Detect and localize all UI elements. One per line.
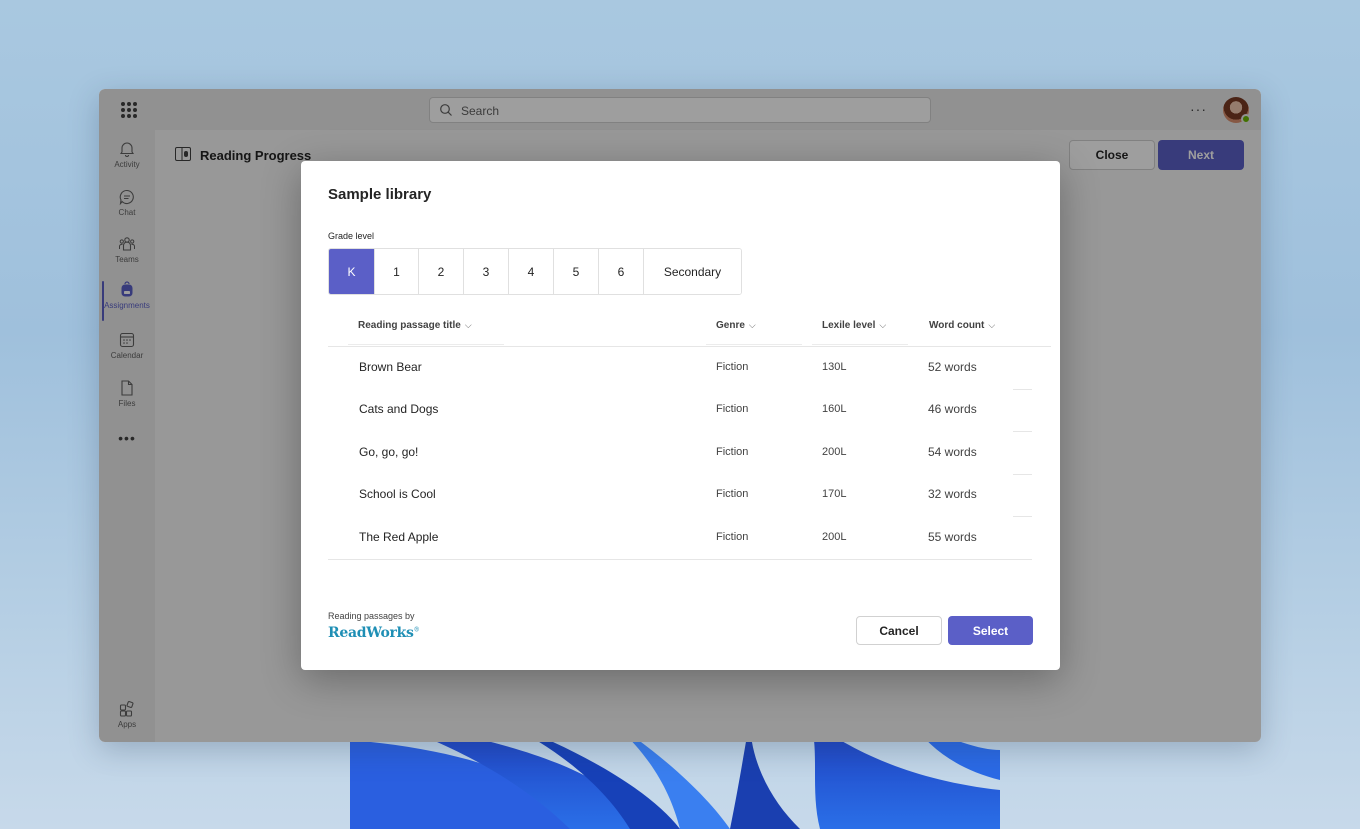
- passage-word-count: 52 words: [928, 360, 977, 374]
- dialog-title: Sample library: [328, 186, 432, 203]
- passage-title: School is Cool: [359, 487, 436, 501]
- cancel-button[interactable]: Cancel: [856, 616, 942, 645]
- column-header-label: Reading passage title: [358, 320, 461, 331]
- table-header: Reading passage title ⌵ Genre ⌵ Lexile lev…: [328, 313, 1051, 347]
- grade-option-2[interactable]: 2: [419, 249, 464, 294]
- passage-genre: Fiction: [716, 403, 749, 415]
- registered-mark: ®: [413, 626, 420, 634]
- column-header-title[interactable]: Reading passage title ⌵: [348, 320, 504, 345]
- grade-option-3[interactable]: 3: [464, 249, 509, 294]
- passage-lexile: 200L: [822, 531, 847, 543]
- grade-level-selector: K 1 2 3 4 5 6 Secondary: [328, 248, 742, 295]
- passage-word-count: 32 words: [928, 487, 977, 501]
- passage-genre: Fiction: [716, 361, 749, 373]
- column-header-label: Genre: [716, 320, 745, 331]
- sample-library-dialog: Sample library Grade level K 1 2 3 4 5 6…: [301, 161, 1060, 670]
- grade-option-4[interactable]: 4: [509, 249, 554, 294]
- passage-word-count: 46 words: [928, 402, 977, 416]
- readworks-logo: ReadWorks®: [328, 625, 420, 641]
- passage-lexile: 160L: [822, 403, 847, 415]
- column-header-word-count[interactable]: Word count ⌵: [919, 320, 1015, 345]
- readworks-logo-text: ReadWorks: [328, 625, 414, 641]
- attribution-text: Reading passages by: [328, 611, 415, 621]
- passage-genre: Fiction: [716, 488, 749, 500]
- grade-option-k[interactable]: K: [329, 249, 375, 294]
- passage-genre: Fiction: [716, 446, 749, 458]
- column-header-label: Word count: [929, 320, 985, 331]
- passage-genre: Fiction: [716, 531, 749, 543]
- chevron-down-icon: ⌵: [748, 320, 756, 330]
- passage-title: The Red Apple: [359, 530, 439, 544]
- passage-title: Go, go, go!: [359, 445, 419, 459]
- passage-lexile: 130L: [822, 361, 847, 373]
- passage-lexile: 200L: [822, 446, 847, 458]
- select-button[interactable]: Select: [948, 616, 1033, 645]
- grade-option-secondary[interactable]: Secondary: [644, 249, 741, 294]
- passage-word-count: 54 words: [928, 445, 977, 459]
- grade-option-5[interactable]: 5: [554, 249, 599, 294]
- chevron-down-icon: ⌵: [464, 320, 472, 330]
- table-row[interactable]: Cats and Dogs Fiction 160L 46 words: [328, 389, 1032, 432]
- table-row[interactable]: The Red Apple Fiction 200L 55 words: [328, 517, 1032, 560]
- chevron-down-icon: ⌵: [988, 320, 996, 330]
- passage-title: Cats and Dogs: [359, 402, 439, 416]
- grade-option-1[interactable]: 1: [375, 249, 419, 294]
- table-row[interactable]: Go, go, go! Fiction 200L 54 words: [328, 432, 1032, 475]
- table-row[interactable]: Brown Bear Fiction 130L 52 words: [328, 347, 1032, 390]
- passage-word-count: 55 words: [928, 530, 977, 544]
- passage-lexile: 170L: [822, 488, 847, 500]
- column-header-lexile[interactable]: Lexile level ⌵: [812, 320, 908, 345]
- column-header-label: Lexile level: [822, 320, 876, 331]
- chevron-down-icon: ⌵: [879, 320, 887, 330]
- column-header-genre[interactable]: Genre ⌵: [706, 320, 802, 345]
- passage-title: Brown Bear: [359, 360, 422, 374]
- grade-option-6[interactable]: 6: [599, 249, 644, 294]
- table-row[interactable]: School is Cool Fiction 170L 32 words: [328, 474, 1032, 517]
- grade-level-label: Grade level: [328, 231, 375, 241]
